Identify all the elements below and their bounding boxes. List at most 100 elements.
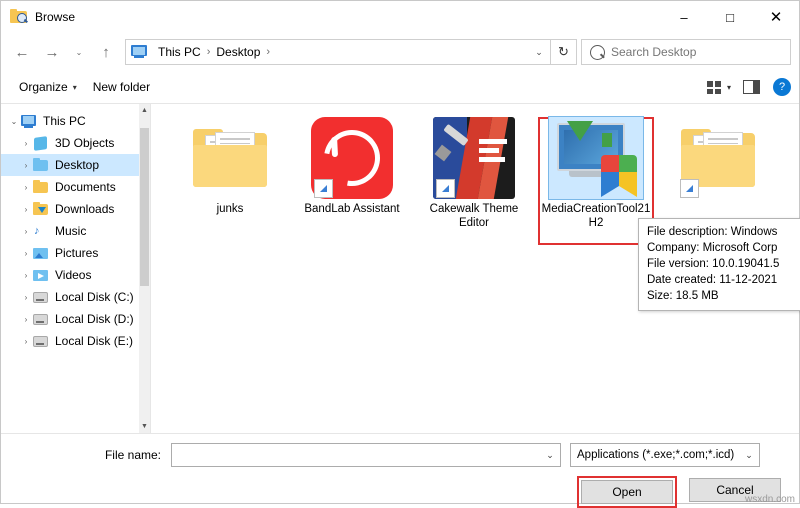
file-type-dropdown-icon[interactable]: ⌄ (739, 450, 759, 461)
help-icon[interactable]: ? (773, 78, 791, 96)
search-input[interactable]: Search Desktop (611, 45, 696, 59)
twisty-icon[interactable]: › (19, 205, 33, 214)
sidebar-item-local-disk-e[interactable]: › Local Disk (E:) (1, 330, 150, 352)
downloads-folder-icon (33, 201, 50, 217)
sidebar-item-this-pc[interactable]: ⌄ This PC (1, 110, 150, 132)
bandlab-thumbnail (304, 116, 400, 200)
back-button[interactable]: ← (7, 38, 37, 66)
file-name-dropdown-icon[interactable]: ⌄ (540, 450, 560, 461)
breadcrumb-item-1[interactable]: Desktop (215, 45, 261, 59)
twisty-icon[interactable]: › (19, 337, 33, 346)
tooltip-line-description: File description: Windows (647, 226, 778, 238)
view-chevron-icon: ▾ (726, 82, 731, 92)
shortcut-arrow-icon (314, 179, 333, 198)
twisty-icon[interactable]: › (19, 183, 33, 192)
folder-icon: PDF (193, 129, 267, 187)
twisty-icon[interactable]: › (19, 293, 33, 302)
preview-pane-icon (743, 80, 760, 94)
file-name-label: junks (216, 203, 244, 215)
preview-pane-button[interactable] (738, 77, 765, 97)
address-bar[interactable]: This PC › Desktop › ⌄ (125, 39, 551, 65)
file-list-view[interactable]: PDF junks BandLab Assistant (151, 104, 800, 433)
file-item-cakewalk-theme-editor[interactable]: Cakewalk Theme Editor (413, 116, 535, 248)
tooltip-line-size: Size: 18.5 MB (647, 290, 719, 302)
title-bar: Browse – □ ✕ (1, 1, 799, 33)
file-type-filter-select[interactable]: Applications (*.exe;*.com;*.icd) ⌄ (570, 443, 760, 467)
twisty-icon[interactable]: › (19, 271, 33, 280)
new-folder-button[interactable]: New folder (85, 76, 158, 98)
sidebar-item-videos[interactable]: › Videos (1, 264, 150, 286)
refresh-icon[interactable]: ↻ (551, 39, 577, 65)
file-type-filter-value: Applications (*.exe;*.com;*.icd) (577, 449, 735, 461)
twisty-icon[interactable]: › (19, 249, 33, 258)
sidebar-item-downloads[interactable]: › Downloads (1, 198, 150, 220)
sidebar-item-documents[interactable]: › Documents (1, 176, 150, 198)
window-title: Browse (35, 10, 76, 24)
file-name-input[interactable]: ⌄ (171, 443, 561, 467)
sidebar-item-label: Documents (55, 180, 116, 194)
navigation-pane: ⌄ This PC › 3D Objects › Desktop › Docum… (1, 104, 151, 433)
minimize-button[interactable]: – (661, 1, 707, 33)
twisty-icon[interactable]: › (19, 227, 33, 236)
chevron-down-icon: ▾ (72, 82, 77, 92)
twisty-icon[interactable]: ⌄ (7, 117, 21, 126)
button-row: Open Cancel (1, 476, 799, 508)
up-button[interactable]: ↑ (91, 38, 121, 66)
scrollbar-thumb[interactable] (140, 128, 149, 286)
disk-drive-icon (33, 334, 50, 349)
breadcrumb-separator-0: › (206, 46, 211, 58)
sidebar-scrollbar[interactable]: ▲ ▼ (139, 104, 150, 433)
scroll-up-icon[interactable]: ▲ (139, 104, 150, 117)
breadcrumb-item-0[interactable]: This PC (157, 45, 202, 59)
recent-locations-icon[interactable]: ⌄ (67, 38, 91, 66)
sidebar-item-label: Downloads (55, 202, 115, 216)
search-icon (590, 44, 605, 60)
breadcrumb-separator-1: › (266, 46, 271, 58)
scroll-down-icon[interactable]: ▼ (139, 420, 150, 433)
open-button[interactable]: Open (581, 480, 673, 504)
organize-button[interactable]: Organize ▾ (11, 76, 85, 98)
search-box[interactable]: Search Desktop (581, 39, 791, 65)
close-icon[interactable]: ✕ (753, 1, 799, 33)
address-dropdown-icon[interactable]: ⌄ (528, 47, 550, 58)
organize-label: Organize (19, 80, 68, 94)
sidebar-item-label: Music (55, 224, 87, 238)
sidebar-item-label: Videos (55, 268, 92, 282)
3d-objects-icon (33, 135, 50, 151)
folder-thumbnail (670, 116, 766, 200)
file-item-junks[interactable]: PDF junks (169, 116, 291, 248)
sidebar-item-label: Local Disk (D:) (55, 312, 134, 326)
watermark-text: wsxdn.com (744, 494, 795, 505)
twisty-icon[interactable]: › (19, 139, 33, 148)
file-name-row: File name: ⌄ Applications (*.exe;*.com;*… (1, 440, 799, 470)
music-folder-icon: ♪ (34, 224, 40, 237)
browse-dialog-window: Browse – □ ✕ ← → ⌄ ↑ This PC › Desktop ›… (0, 0, 800, 508)
sidebar-item-3d-objects[interactable]: › 3D Objects (1, 132, 150, 154)
cakewalk-thumbnail (426, 116, 522, 200)
tooltip-line-version: File version: 10.0.19041.5 (647, 258, 780, 270)
disk-drive-icon (33, 312, 50, 327)
file-tooltip: File description: Windows Company: Micro… (638, 218, 800, 311)
twisty-icon[interactable]: › (19, 315, 33, 324)
file-item-bandlab-assistant[interactable]: BandLab Assistant (291, 116, 413, 248)
sidebar-item-local-disk-d[interactable]: › Local Disk (D:) (1, 308, 150, 330)
sidebar-item-label: 3D Objects (55, 136, 115, 150)
view-options-icon (706, 80, 723, 94)
sidebar-item-local-disk-c[interactable]: › Local Disk (C:) (1, 286, 150, 308)
shortcut-arrow-icon (680, 179, 699, 198)
file-name-label: BandLab Assistant (304, 203, 400, 215)
maximize-button[interactable]: □ (707, 1, 753, 33)
sidebar-item-desktop[interactable]: › Desktop (1, 154, 150, 176)
command-bar: Organize ▾ New folder ▾ ? (1, 71, 799, 104)
dialog-body: ⌄ This PC › 3D Objects › Desktop › Docum… (1, 104, 800, 433)
sidebar-item-label: Pictures (55, 246, 99, 260)
navigation-bar: ← → ⌄ ↑ This PC › Desktop › ⌄ ↻ Search D… (1, 33, 799, 71)
disk-drive-icon (33, 290, 50, 305)
twisty-icon[interactable]: › (19, 161, 33, 170)
tooltip-line-company: Company: Microsoft Corp (647, 242, 778, 254)
sidebar-item-pictures[interactable]: › Pictures (1, 242, 150, 264)
sidebar-item-music[interactable]: › ♪ Music (1, 220, 150, 242)
folder-thumbnail: PDF (182, 116, 278, 200)
change-view-button[interactable]: ▾ (702, 78, 736, 97)
forward-button[interactable]: → (37, 38, 67, 66)
